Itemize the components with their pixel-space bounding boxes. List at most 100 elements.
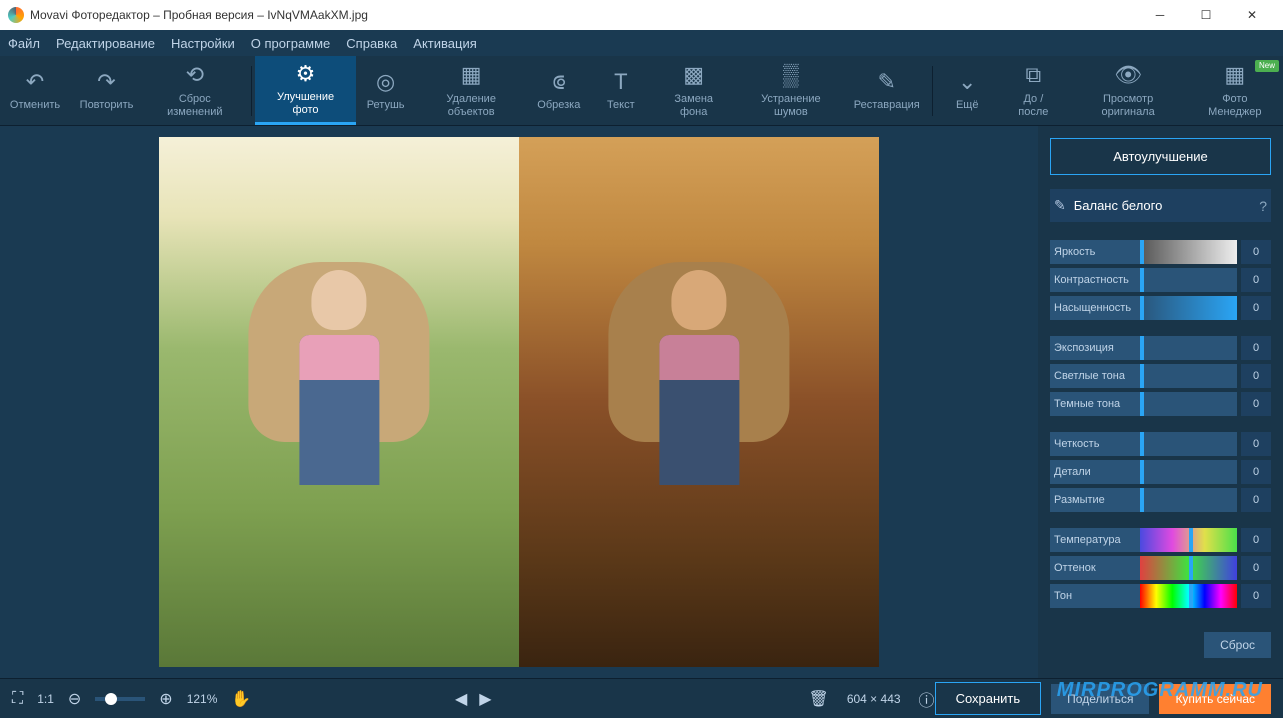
photo-manager-button[interactable]: New▦Фото Менеджер xyxy=(1187,56,1283,125)
delete-button[interactable]: 🗑 xyxy=(809,689,829,709)
slider-contrast-value[interactable]: 0 xyxy=(1241,268,1271,292)
close-button[interactable]: ✕ xyxy=(1229,0,1275,30)
slider-tint-value[interactable]: 0 xyxy=(1241,556,1271,580)
menubar: Файл Редактирование Настройки О программ… xyxy=(0,30,1283,56)
save-button[interactable]: Сохранить xyxy=(935,682,1042,715)
white-balance-row[interactable]: ✎ Баланс белого ? xyxy=(1050,189,1271,222)
zoom-value: 121% xyxy=(187,692,218,706)
slider-temperature-value[interactable]: 0 xyxy=(1241,528,1271,552)
slider-details-value[interactable]: 0 xyxy=(1241,460,1271,484)
slider-tint-label: Оттенок xyxy=(1050,556,1140,580)
slider-brightness-value[interactable]: 0 xyxy=(1241,240,1271,264)
slider-tint[interactable] xyxy=(1140,556,1237,580)
slider-shadows-label: Темные тона xyxy=(1050,392,1140,416)
menu-settings[interactable]: Настройки xyxy=(171,36,235,51)
minimize-button[interactable]: ─ xyxy=(1137,0,1183,30)
menu-help[interactable]: Справка xyxy=(346,36,397,51)
slider-details[interactable] xyxy=(1140,460,1237,484)
next-image-button[interactable]: ▶ xyxy=(479,689,491,709)
statusbar: ⛶ 1:1 ⊖ ⊕ 121% ✋ ◀ ▶ 🗑 604 × 443 ⓘ Сохра… xyxy=(0,678,1283,718)
crop-button[interactable]: ⟃Обрезка xyxy=(527,56,591,125)
denoise-button[interactable]: ▒Устранение шумов xyxy=(737,56,846,125)
fullscreen-button[interactable]: ⛶ xyxy=(12,690,23,708)
canvas-area[interactable] xyxy=(0,126,1038,678)
adjustments-panel: Автоулучшение ✎ Баланс белого ? Яркость0… xyxy=(1038,126,1283,678)
slider-highlights[interactable] xyxy=(1140,364,1237,388)
slider-blur-value[interactable]: 0 xyxy=(1241,488,1271,512)
slider-highlights-value[interactable]: 0 xyxy=(1241,364,1271,388)
slider-saturation[interactable] xyxy=(1140,296,1237,320)
grid-icon: ▦ xyxy=(1224,62,1245,88)
redo-icon: ↷ xyxy=(97,69,115,95)
menu-about[interactable]: О программе xyxy=(251,36,331,51)
menu-file[interactable]: Файл xyxy=(8,36,40,51)
remove-icon: ▦ xyxy=(461,62,482,88)
pan-button[interactable]: ✋ xyxy=(231,689,251,709)
white-balance-label: Баланс белого xyxy=(1074,198,1259,213)
slider-contrast[interactable] xyxy=(1140,268,1237,292)
info-button[interactable]: ⓘ xyxy=(919,687,935,711)
slider-blur[interactable] xyxy=(1140,488,1237,512)
image-compare xyxy=(159,137,879,667)
slider-exposure-label: Экспозиция xyxy=(1050,336,1140,360)
zoom-slider[interactable] xyxy=(95,697,145,701)
slider-contrast-label: Контрастность xyxy=(1050,268,1140,292)
redo-button[interactable]: ↷Повторить xyxy=(70,56,143,125)
buy-button[interactable]: Купить сейчас xyxy=(1159,684,1271,714)
zoom-in-button[interactable]: ⊕ xyxy=(159,689,172,709)
slider-exposure-value[interactable]: 0 xyxy=(1241,336,1271,360)
slider-highlights-label: Светлые тона xyxy=(1050,364,1140,388)
remove-objects-button[interactable]: ▦Удаление объектов xyxy=(416,56,527,125)
enhance-button[interactable]: ⚙Улучшение фото xyxy=(255,56,355,125)
maximize-button[interactable]: ☐ xyxy=(1183,0,1229,30)
app-icon xyxy=(8,7,24,23)
retouch-icon: ◎ xyxy=(376,69,395,95)
help-icon[interactable]: ? xyxy=(1259,198,1267,214)
window-title: Movavi Фоторедактор – Пробная версия – I… xyxy=(30,8,1137,22)
chevron-down-icon: ⌄ xyxy=(958,69,976,95)
retouch-button[interactable]: ◎Ретушь xyxy=(356,56,416,125)
undo-icon: ↶ xyxy=(26,69,44,95)
slider-temperature[interactable] xyxy=(1140,528,1237,552)
zoom-out-button[interactable]: ⊖ xyxy=(68,689,81,709)
crop-icon: ⟃ xyxy=(552,69,565,95)
slider-hue-value[interactable]: 0 xyxy=(1241,584,1271,608)
slider-hue[interactable] xyxy=(1140,584,1237,608)
menu-edit[interactable]: Редактирование xyxy=(56,36,155,51)
slider-temperature-label: Температура xyxy=(1050,528,1140,552)
slider-saturation-value[interactable]: 0 xyxy=(1241,296,1271,320)
reset-changes-button[interactable]: ⟲Сброс изменений xyxy=(143,56,247,125)
separator xyxy=(932,66,933,116)
fit-label[interactable]: 1:1 xyxy=(37,692,54,706)
slider-hue-label: Тон xyxy=(1050,584,1140,608)
image-before xyxy=(159,137,519,667)
restore-icon: ✎ xyxy=(878,69,896,95)
change-bg-button[interactable]: ▩Замена фона xyxy=(651,56,737,125)
undo-button[interactable]: ↶Отменить xyxy=(0,56,70,125)
reset-icon: ⟲ xyxy=(186,62,204,88)
slider-shadows-value[interactable]: 0 xyxy=(1241,392,1271,416)
auto-enhance-button[interactable]: Автоулучшение xyxy=(1050,138,1271,175)
slider-exposure[interactable] xyxy=(1140,336,1237,360)
slider-brightness[interactable] xyxy=(1140,240,1237,264)
dimensions-label: 604 × 443 xyxy=(847,692,901,706)
toolbar: ↶Отменить ↷Повторить ⟲Сброс изменений ⚙У… xyxy=(0,56,1283,126)
slider-sharpness-value[interactable]: 0 xyxy=(1241,432,1271,456)
slider-saturation-label: Насыщенность xyxy=(1050,296,1140,320)
prev-image-button[interactable]: ◀ xyxy=(455,689,467,709)
slider-shadows[interactable] xyxy=(1140,392,1237,416)
share-button[interactable]: Поделиться xyxy=(1051,684,1149,714)
sliders-icon: ⚙ xyxy=(296,61,316,87)
menu-activation[interactable]: Активация xyxy=(413,36,476,51)
view-original-button[interactable]: 👁Просмотр оригинала xyxy=(1070,56,1187,125)
slider-details-label: Детали xyxy=(1050,460,1140,484)
separator xyxy=(251,66,252,116)
text-button[interactable]: TТекст xyxy=(591,56,651,125)
eyedropper-icon[interactable]: ✎ xyxy=(1054,197,1066,214)
restore-button[interactable]: ✎Реставрация xyxy=(845,56,928,125)
more-button[interactable]: ⌄Ещё xyxy=(937,56,997,125)
reset-button[interactable]: Сброс xyxy=(1204,632,1271,658)
titlebar: Movavi Фоторедактор – Пробная версия – I… xyxy=(0,0,1283,30)
before-after-button[interactable]: ⧉До / после xyxy=(997,56,1069,125)
slider-sharpness[interactable] xyxy=(1140,432,1237,456)
